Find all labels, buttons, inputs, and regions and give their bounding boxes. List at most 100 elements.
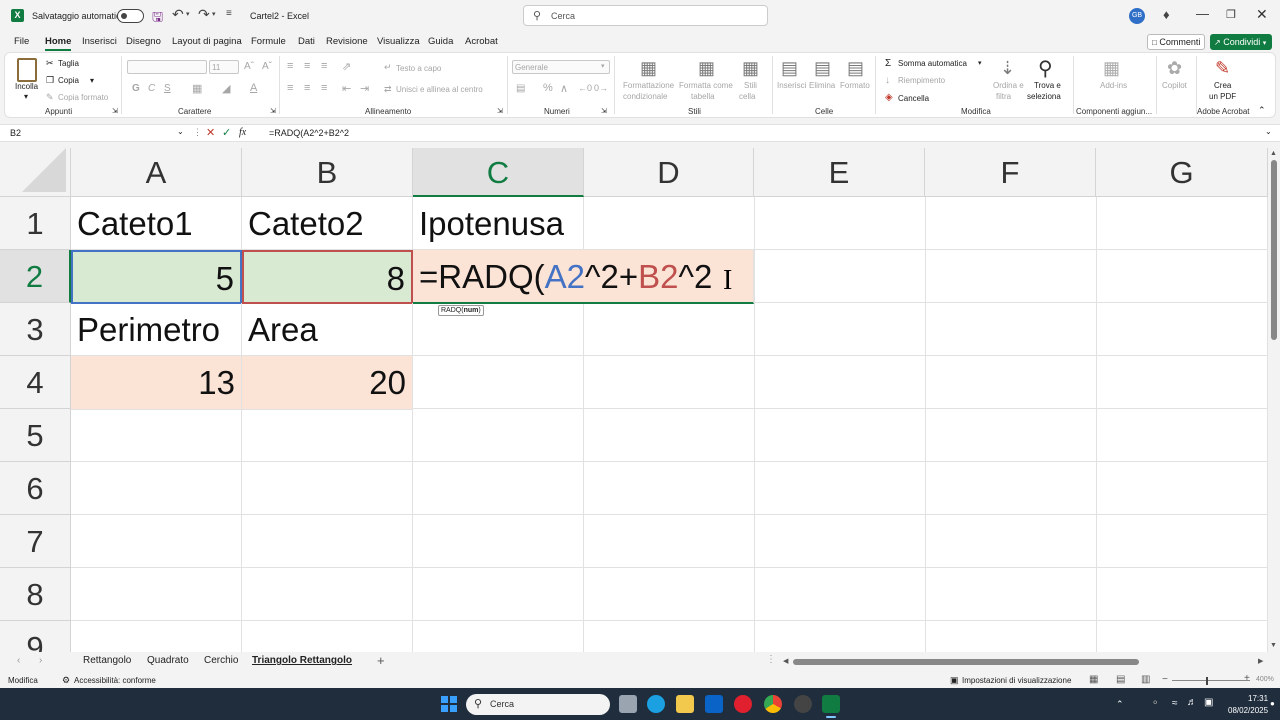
scroll-up-icon[interactable]: ▲ [1270, 150, 1277, 157]
prev-sheet-icon[interactable]: ‹ [17, 655, 20, 666]
align-bottom-icon[interactable]: ≡ [321, 60, 327, 72]
windows-start-icon[interactable] [441, 696, 457, 712]
minimize-icon[interactable]: — [1196, 6, 1209, 21]
fill-button[interactable]: Riempimento [898, 76, 945, 85]
format-as-table-button-line2[interactable]: tabella [691, 92, 715, 101]
shrink-font-icon[interactable]: Aˇ [262, 61, 272, 72]
zoom-slider[interactable] [1172, 680, 1250, 681]
outlook-icon[interactable] [705, 695, 723, 713]
normal-view-icon[interactable]: ▦ [1089, 674, 1098, 685]
increase-indent-icon[interactable]: ⇥ [360, 82, 369, 95]
add-sheet-icon[interactable]: + [377, 653, 385, 668]
save-icon[interactable]: 🖫 [152, 8, 163, 30]
decrease-indent-icon[interactable]: ⇤ [342, 82, 351, 95]
menu-help[interactable]: Guida [428, 36, 453, 47]
scroll-down-icon[interactable]: ▼ [1270, 642, 1277, 649]
select-all-corner[interactable] [0, 148, 71, 197]
menu-view[interactable]: Visualizza [377, 36, 420, 47]
enter-icon[interactable]: ✓ [222, 126, 231, 139]
undo-dropdown-icon[interactable]: ▾ [186, 10, 190, 18]
avatar[interactable]: GB [1129, 8, 1145, 24]
cancel-icon[interactable]: ✕ [206, 126, 215, 139]
alignment-launcher-icon[interactable]: ⇲ [497, 107, 503, 115]
zoom-slider-thumb[interactable] [1206, 677, 1208, 685]
microphone-icon[interactable]: ⚬ [1151, 698, 1159, 709]
vertical-scrollbar[interactable]: ▲ ▼ [1268, 148, 1280, 652]
cell-styles-button[interactable]: Stili [744, 81, 757, 90]
clock-time[interactable]: 17:31 [1248, 694, 1268, 703]
menu-review[interactable]: Revisione [326, 36, 368, 47]
decrease-decimal-icon[interactable]: 0→ [594, 83, 608, 93]
redo-dropdown-icon[interactable]: ▾ [212, 10, 216, 18]
align-center-icon[interactable]: ≡ [304, 82, 310, 94]
cell-b4[interactable]: 20 [242, 356, 413, 410]
sort-filter-button[interactable]: Ordina e [993, 81, 1024, 90]
insert-cells-button[interactable]: Inserisci [777, 81, 806, 90]
clear-button[interactable]: Cancella [898, 94, 929, 103]
bold-button[interactable]: G [132, 83, 140, 94]
align-right-icon[interactable]: ≡ [321, 82, 327, 94]
cell-a4[interactable]: 13 [71, 356, 242, 410]
copy-dropdown-icon[interactable]: ▾ [90, 76, 94, 85]
row-header-1[interactable]: 1 [0, 197, 71, 250]
cell-b3[interactable]: Area [242, 303, 413, 357]
edge-icon[interactable] [647, 695, 665, 713]
sheet-tab-cerchio[interactable]: Cerchio [204, 655, 238, 666]
row-header-9[interactable]: 9 [0, 621, 71, 652]
italic-button[interactable]: C [148, 83, 155, 94]
paste-dropdown-icon[interactable]: ▾ [24, 92, 28, 101]
column-header-g[interactable]: G [1096, 148, 1268, 197]
menu-acrobat[interactable]: Acrobat [465, 36, 498, 47]
next-sheet-icon[interactable]: › [39, 655, 42, 666]
wifi-icon[interactable]: ≈ [1172, 698, 1178, 709]
page-layout-view-icon[interactable]: ▤ [1116, 674, 1125, 685]
tray-chevron-icon[interactable]: ⌃ [1116, 699, 1124, 710]
increase-decimal-icon[interactable]: ←0 [578, 83, 592, 93]
excel-taskbar-icon[interactable] [822, 695, 840, 713]
copy-button[interactable]: Copia [58, 76, 79, 85]
sheet-tab-rettangolo[interactable]: Rettangolo [83, 655, 131, 666]
search-box[interactable]: ⚲ Cerca [523, 5, 768, 26]
display-settings-button[interactable]: Impostazioni di visualizzazione [962, 676, 1071, 685]
cell-a3[interactable]: Perimetro [71, 303, 242, 357]
collapse-ribbon-icon[interactable]: ⌃ [1258, 105, 1266, 116]
conditional-format-button[interactable]: Formattazione [623, 81, 674, 90]
paste-icon[interactable] [17, 58, 37, 82]
cell-c1[interactable]: Ipotenusa [413, 197, 584, 251]
accessibility-status[interactable]: Accessibilità: conforme [74, 676, 156, 685]
horizontal-scrollbar[interactable]: ◀ ▶ [783, 657, 1266, 667]
thousands-icon[interactable]: ∧ [560, 82, 568, 95]
row-header-4[interactable]: 4 [0, 356, 71, 409]
worksheet-grid[interactable]: A B C D E F G 1 2 3 4 5 6 7 8 9 Cateto1 … [0, 148, 1268, 652]
battery-icon[interactable]: ▣ [1204, 697, 1213, 708]
cell-a2[interactable]: 5 [71, 250, 242, 304]
column-header-c[interactable]: C [413, 148, 584, 197]
redo-icon[interactable]: ↷ [198, 6, 210, 23]
delete-cells-button[interactable]: Elimina [809, 81, 835, 90]
font-launcher-icon[interactable]: ⇲ [270, 107, 276, 115]
paste-button[interactable]: Incolla [15, 82, 38, 91]
file-explorer-icon[interactable] [676, 695, 694, 713]
autosum-dropdown-icon[interactable]: ▾ [978, 59, 982, 67]
notification-bell-icon[interactable]: ● [1270, 699, 1275, 708]
menu-formulas[interactable]: Formule [251, 36, 286, 47]
column-header-b[interactable]: B [242, 148, 413, 197]
row-header-5[interactable]: 5 [0, 409, 71, 462]
formula-input[interactable]: =RADQ(A2^2+B2^2 [269, 128, 349, 138]
number-format-dropdown-icon[interactable]: ▾ [601, 62, 605, 70]
align-top-icon[interactable]: ≡ [287, 60, 293, 72]
cell-b2[interactable]: 8 [242, 250, 413, 304]
column-header-e[interactable]: E [754, 148, 925, 197]
font-name-box[interactable] [127, 60, 207, 74]
diamond-icon[interactable]: ♦ [1163, 7, 1170, 22]
copilot-button[interactable]: Copilot [1162, 81, 1187, 90]
insert-function-icon[interactable]: fx [239, 127, 246, 138]
column-header-f[interactable]: F [925, 148, 1096, 197]
cell-b1[interactable]: Cateto2 [242, 197, 413, 251]
number-launcher-icon[interactable]: ⇲ [601, 107, 607, 115]
tooltip-function[interactable]: RADQ( [441, 307, 464, 314]
cell-styles-button-line2[interactable]: cella [739, 92, 755, 101]
row-header-2[interactable]: 2 [0, 250, 71, 303]
clock-date[interactable]: 08/02/2025 [1228, 706, 1268, 715]
addins-button[interactable]: Add-ins [1100, 81, 1127, 90]
